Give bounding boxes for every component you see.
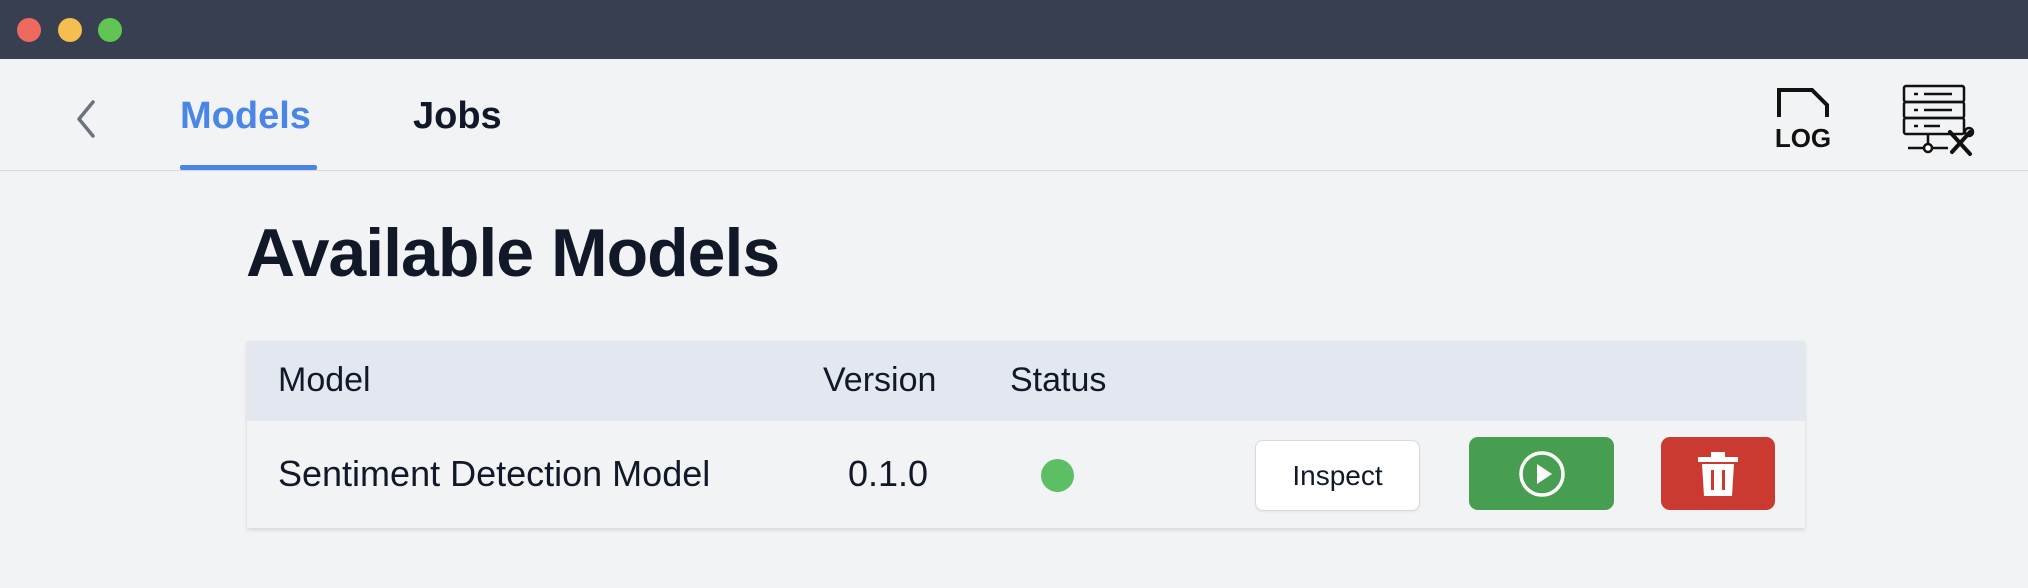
table-header: Model Version Status <box>247 341 1805 421</box>
model-name-cell: Sentiment Detection Model <box>278 453 711 494</box>
tab-models[interactable]: Models <box>180 95 311 138</box>
tab-jobs[interactable]: Jobs <box>413 95 502 138</box>
top-navbar: Models Jobs LOG <box>0 59 2028 171</box>
active-tab-indicator <box>180 165 317 170</box>
window-minimize-button[interactable] <box>58 18 82 42</box>
log-button[interactable]: LOG <box>1772 87 1834 153</box>
log-icon-label: LOG <box>1775 123 1831 151</box>
delete-model-button[interactable] <box>1661 437 1775 510</box>
chevron-left-icon <box>77 100 95 138</box>
column-header-status: Status <box>1010 361 1107 399</box>
column-header-model: Model <box>278 361 371 399</box>
run-model-button[interactable] <box>1469 437 1614 510</box>
page-title: Available Models <box>246 215 780 291</box>
log-file-icon: LOG <box>1775 88 1831 153</box>
server-settings-icon <box>1902 84 1975 156</box>
trash-icon <box>1698 451 1738 496</box>
back-button[interactable] <box>68 97 104 141</box>
column-header-version: Version <box>823 361 937 399</box>
server-settings-button[interactable] <box>1900 82 1978 158</box>
window-titlebar <box>0 0 2028 59</box>
table-row: Sentiment Detection Model 0.1.0 Inspect <box>247 421 1805 528</box>
model-version-cell: 0.1.0 <box>848 453 929 494</box>
window-maximize-button[interactable] <box>98 18 122 42</box>
models-table: Model Version Status Sentiment Detection… <box>247 341 1805 528</box>
play-icon <box>1518 450 1565 497</box>
status-indicator-dot <box>1041 459 1074 492</box>
window-close-button[interactable] <box>17 18 41 42</box>
inspect-button[interactable]: Inspect <box>1255 440 1420 511</box>
